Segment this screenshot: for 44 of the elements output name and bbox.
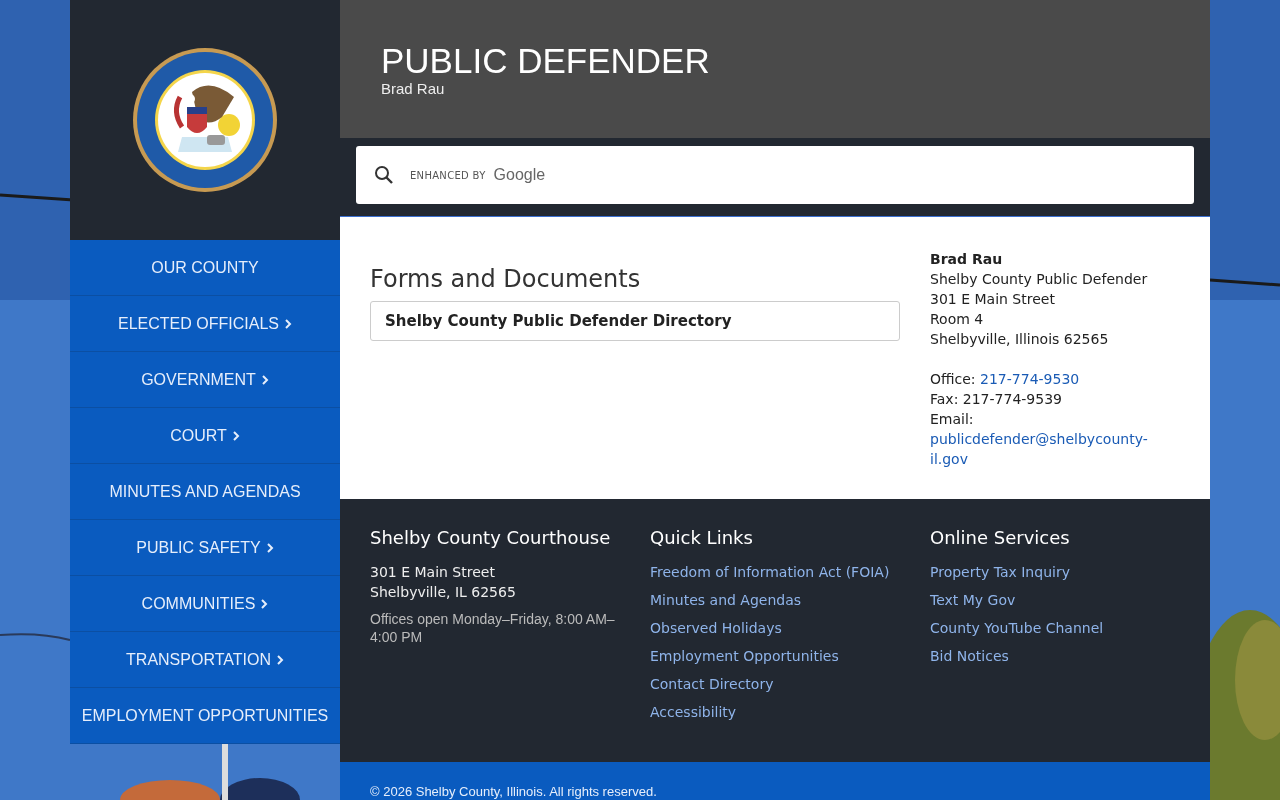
footer-link[interactable]: Observed Holidays xyxy=(650,614,930,642)
contact-line: Room 4 xyxy=(930,310,985,329)
contact-line: Shelbyville, Illinois 62565 xyxy=(930,330,1110,349)
search-field[interactable]: ENHANCED BY Google xyxy=(356,146,1194,204)
footer-link[interactable]: Minutes and Agendas xyxy=(650,586,930,614)
office-hours: Offices open Monday–Friday, 8:00 AM–4:00 PM xyxy=(370,610,616,646)
google-label: Google xyxy=(493,166,546,184)
footer-heading: Shelby County Courthouse xyxy=(370,527,612,548)
section-heading: Forms and Documents xyxy=(370,265,642,293)
contact-line: 301 E Main Street xyxy=(930,290,1056,309)
page-title: PUBLIC DEFENDER xyxy=(381,42,711,80)
copyright-text: © 2026 Shelby County, Illinois. All rights reserved. xyxy=(370,784,657,799)
footer-link[interactable]: Text My Gov xyxy=(930,586,1180,614)
nav-item[interactable]: PUBLIC SAFETY xyxy=(70,520,340,576)
footer-heading: Online Services xyxy=(930,527,1071,548)
email-label: Email: xyxy=(930,410,975,429)
nav-item[interactable]: EMPLOYMENT OPPORTUNITIES xyxy=(70,688,340,744)
footer-heading: Quick Links xyxy=(650,527,754,548)
contact-name: Brad Rau xyxy=(930,250,1004,269)
address-line: Shelbyville, IL 62565 xyxy=(370,583,517,602)
nav-item[interactable]: GOVERNMENT xyxy=(70,352,340,408)
nav-item[interactable]: TRANSPORTATION xyxy=(70,632,340,688)
phone-link[interactable]: 217-774-9530 xyxy=(980,371,1080,387)
address-line: 301 E Main Street xyxy=(370,563,496,582)
nav-item[interactable]: COMMUNITIES xyxy=(70,576,340,632)
email-link[interactable]: publicdefender@shelbycounty-il.gov xyxy=(930,429,1180,469)
footer-link[interactable]: Employment Opportunities xyxy=(650,642,930,670)
footer-link[interactable]: Bid Notices xyxy=(930,642,1180,670)
enhanced-by-label: ENHANCED BY xyxy=(410,169,486,181)
fax-text: Fax: 217-774-9539 xyxy=(930,390,1063,409)
footer-link[interactable]: Property Tax Inquiry xyxy=(930,558,1180,586)
page-subtitle: Brad Rau xyxy=(381,80,446,97)
nav-item[interactable]: OUR COUNTY xyxy=(70,240,340,296)
footer-link[interactable]: Contact Directory xyxy=(650,670,930,698)
search-icon xyxy=(374,165,394,185)
footer-link[interactable]: Freedom of Information Act (FOIA) xyxy=(650,558,930,586)
office-label: Office: xyxy=(930,371,976,387)
document-link[interactable]: Shelby County Public Defender Directory xyxy=(370,301,900,341)
nav-item[interactable]: ELECTED OFFICIALS xyxy=(70,296,340,352)
footer-link[interactable]: County YouTube Channel xyxy=(930,614,1180,642)
footer-link[interactable]: Accessibility xyxy=(650,698,930,726)
nav-item[interactable]: COURT xyxy=(70,408,340,464)
contact-line: Shelby County Public Defender xyxy=(930,270,1149,289)
nav-item[interactable]: MINUTES AND AGENDAS xyxy=(70,464,340,520)
